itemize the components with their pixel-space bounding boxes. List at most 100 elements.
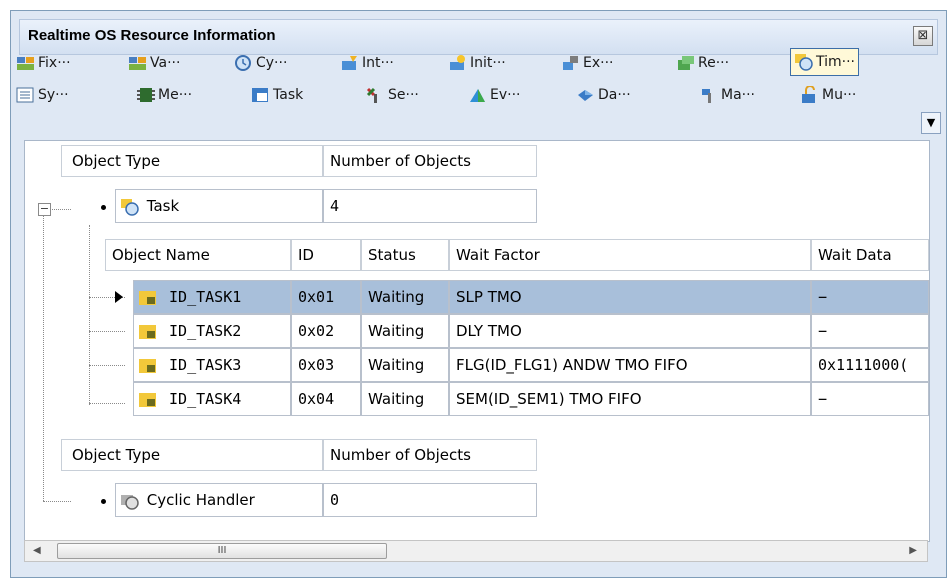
interrupt-icon	[340, 54, 360, 72]
scrollbar-thumb[interactable]: III	[57, 543, 387, 559]
task-id-cell: 0x01	[291, 280, 361, 314]
column-header-wait-factor[interactable]: Wait Factor	[449, 239, 811, 271]
task-name-cell[interactable]: ID_TASK1	[133, 280, 291, 314]
task-object-icon	[138, 391, 158, 409]
toolbar-button-semaphore[interactable]: Se···	[366, 82, 419, 108]
toolbar-label: Ev···	[490, 87, 521, 103]
toolbar-button-interrupt[interactable]: Int···	[340, 50, 394, 76]
toolbar-button-task[interactable]: Task	[251, 82, 303, 108]
tree-line	[43, 501, 71, 502]
object-type-cell-task[interactable]: Task	[115, 189, 323, 223]
task-wait-data-cell: −	[811, 280, 929, 314]
task-timer-icon	[120, 198, 140, 216]
task-wait-factor-cell: SLP TMO	[449, 280, 811, 314]
toolbar-button-fixed-memory[interactable]: Fix···	[16, 50, 71, 76]
object-type-header[interactable]: Object Type	[61, 439, 323, 471]
task-status-cell: Waiting	[361, 382, 449, 416]
task-name-cell[interactable]: ID_TASK2	[133, 314, 291, 348]
object-type-label: Task	[146, 197, 180, 215]
task-icon	[251, 86, 271, 104]
task-name: ID_TASK3	[169, 356, 242, 374]
toolbar-label: Init···	[470, 55, 506, 71]
toolbar-label: Se···	[388, 87, 419, 103]
toolbar-button-init[interactable]: Init···	[448, 50, 506, 76]
task-name: ID_TASK4	[169, 390, 242, 408]
toolbar-label: Tim···	[816, 54, 855, 70]
task-id-cell: 0x02	[291, 314, 361, 348]
task-id-cell: 0x04	[291, 382, 361, 416]
task-id-cell: 0x03	[291, 348, 361, 382]
toolbar-button-variable-memory[interactable]: Va···	[128, 50, 180, 76]
tree-line	[89, 403, 125, 404]
task-name: ID_TASK2	[169, 322, 242, 340]
system-icon	[16, 86, 36, 104]
task-object-icon	[138, 357, 158, 375]
column-header-object-name[interactable]: Object Name	[105, 239, 291, 271]
toolbar-button-mailbox[interactable]: Ma···	[699, 82, 755, 108]
number-of-objects-header[interactable]: Number of Objects	[323, 439, 537, 471]
cyclic-handler-icon	[120, 492, 140, 510]
mailbox-icon	[699, 86, 719, 104]
task-status-cell: Waiting	[361, 348, 449, 382]
timer-icon	[794, 53, 814, 71]
resource-tree-panel: − Object Type Number of Objects Task 4 O…	[24, 140, 930, 542]
toolbar-button-mutex[interactable]: Mu···	[800, 82, 856, 108]
task-name-cell[interactable]: ID_TASK3	[133, 348, 291, 382]
number-of-objects-header[interactable]: Number of Objects	[323, 145, 537, 177]
mutex-icon	[800, 86, 820, 104]
toolbar-label: Task	[273, 87, 304, 103]
scroll-left-arrow[interactable]: ◀	[33, 545, 41, 556]
fixed-memory-icon	[16, 54, 36, 72]
task-wait-data-cell: −	[811, 382, 929, 416]
toolbar-button-resource[interactable]: Re···	[676, 50, 729, 76]
task-name-cell[interactable]: ID_TASK4	[133, 382, 291, 416]
toolbar-label: Int···	[362, 55, 394, 71]
task-status-cell: Waiting	[361, 314, 449, 348]
horizontal-scrollbar[interactable]: ◀ III ▶	[24, 540, 928, 562]
toolbar-overflow-button[interactable]: ▼	[921, 112, 941, 134]
resource-icon	[676, 54, 696, 72]
toolbar-button-timer[interactable]: Tim···	[790, 48, 859, 76]
toolbar-button-data-queue[interactable]: Da···	[576, 82, 631, 108]
column-header-id[interactable]: ID	[291, 239, 361, 271]
task-wait-factor-cell: SEM(ID_SEM1) TMO FIFO	[449, 382, 811, 416]
current-row-arrow	[115, 291, 123, 303]
column-header-wait-data[interactable]: Wait Data	[811, 239, 929, 271]
task-object-icon	[138, 289, 158, 307]
toolbar-label: Sy···	[38, 87, 69, 103]
task-object-icon	[138, 323, 158, 341]
task-name: ID_TASK1	[169, 288, 242, 306]
tree-line	[89, 225, 90, 405]
task-wait-data-cell: −	[811, 314, 929, 348]
event-icon	[468, 86, 488, 104]
variable-memory-icon	[128, 54, 148, 72]
collapse-expander[interactable]: −	[38, 203, 51, 216]
toolbar-button-memory[interactable]: Me···	[136, 82, 192, 108]
tree-line	[89, 331, 125, 332]
memory-icon	[136, 86, 156, 104]
data-queue-icon	[576, 86, 596, 104]
object-type-label: Cyclic Handler	[146, 491, 255, 509]
cyclic-icon	[234, 54, 254, 72]
tree-line	[43, 209, 44, 501]
toolbar-button-event[interactable]: Ev···	[468, 82, 520, 108]
exception-icon	[561, 54, 581, 72]
toolbar-button-exception[interactable]: Ex···	[561, 50, 613, 76]
scroll-right-arrow[interactable]: ▶	[909, 545, 917, 556]
task-wait-data-cell: 0x1111000(	[811, 348, 929, 382]
window-title: Realtime OS Resource Information	[28, 27, 276, 44]
column-header-status[interactable]: Status	[361, 239, 449, 271]
object-type-header[interactable]: Object Type	[61, 145, 323, 177]
task-wait-factor-cell: FLG(ID_FLG1) ANDW TMO FIFO	[449, 348, 811, 382]
toolbar-row-2: Sy··· Me··· Task Se··· Ev··· Da··· Ma···…	[16, 80, 926, 110]
toolbar-label: Da···	[598, 87, 631, 103]
toolbar-label: Cy···	[256, 55, 288, 71]
object-count-cell: 4	[323, 189, 537, 223]
close-button[interactable]: ⊠	[913, 26, 933, 46]
toolbar-button-cyclic[interactable]: Cy···	[234, 50, 287, 76]
tree-bullet	[101, 205, 106, 210]
tree-line	[49, 209, 71, 210]
object-type-cell-cyclic-handler[interactable]: Cyclic Handler	[115, 483, 323, 517]
toolbar-label: Mu···	[822, 87, 857, 103]
toolbar-button-system[interactable]: Sy···	[16, 82, 69, 108]
